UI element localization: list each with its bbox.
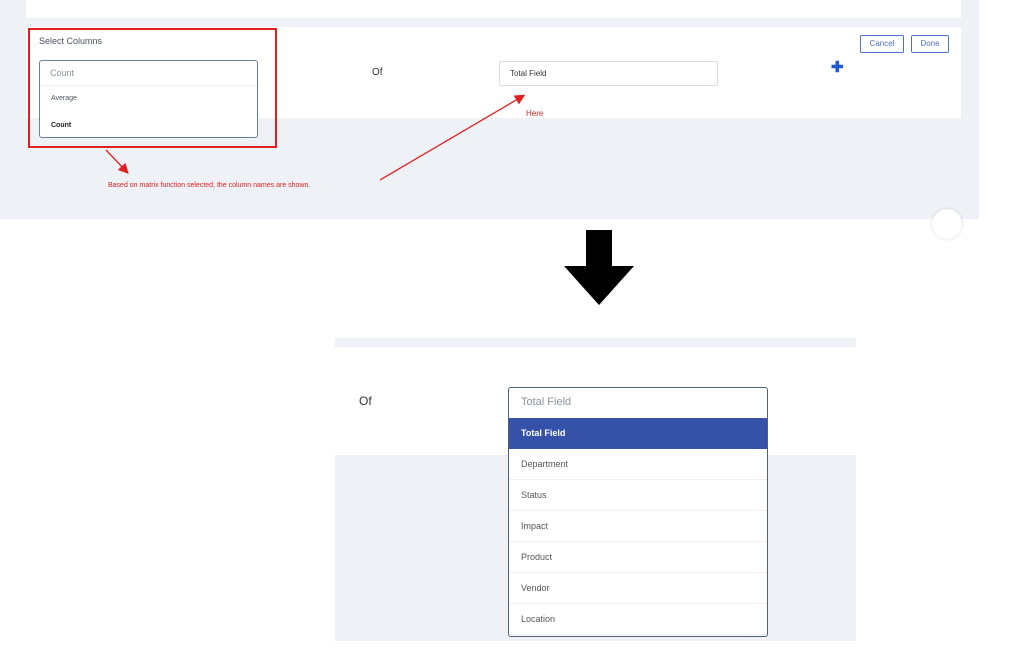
arrow-down-icon	[564, 230, 634, 305]
annotation-arrow-left	[105, 149, 129, 174]
dropdown-option-department[interactable]: Department	[509, 449, 767, 480]
annotation-arrow-right	[379, 94, 526, 181]
dropdown-option-vendor[interactable]: Vendor	[509, 573, 767, 604]
column-dropdown-list: Total Field Department Status Impact Pro…	[509, 418, 767, 635]
of-label-large: Of	[359, 394, 372, 408]
dropdown-option-impact[interactable]: Impact	[509, 511, 767, 542]
column-dropdown-current: Total Field	[521, 396, 572, 408]
dropdown-option-status[interactable]: Status	[509, 480, 767, 511]
column-dropdown[interactable]: Total Field Total Field Department Statu…	[508, 387, 768, 637]
dropdown-option-total-field[interactable]: Total Field	[509, 418, 767, 449]
dropdown-option-location[interactable]: Location	[509, 604, 767, 635]
dropdown-option-product[interactable]: Product	[509, 542, 767, 573]
